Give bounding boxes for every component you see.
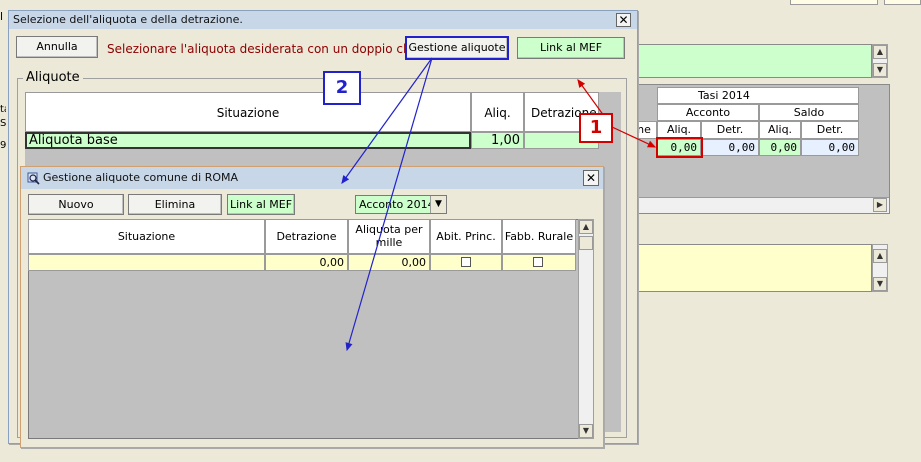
callout-1: 1 bbox=[579, 113, 613, 143]
annotation-arrows bbox=[341, 57, 657, 352]
callout-2: 2 bbox=[323, 71, 361, 105]
arrow-to-aliq-cell bbox=[611, 126, 657, 148]
